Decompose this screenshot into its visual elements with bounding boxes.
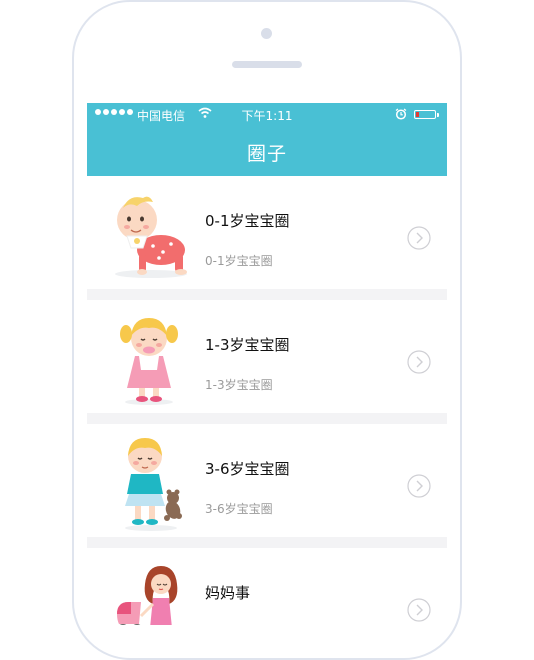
chevron-right-icon[interactable] (407, 350, 431, 374)
list-item-3-6[interactable]: 3-6岁宝宝圈 3-6岁宝宝圈 (87, 424, 447, 537)
chevron-right-icon[interactable] (407, 474, 431, 498)
camera-dot (261, 28, 272, 39)
status-time: 下午1:11 (241, 109, 293, 123)
crawling-baby-icon (115, 196, 187, 278)
item-subtitle: 1-3岁宝宝圈 (205, 378, 273, 392)
item-title: 0-1岁宝宝圈 (205, 212, 290, 230)
chevron-right-icon[interactable] (407, 598, 431, 622)
item-title: 妈妈事 (205, 584, 251, 602)
item-subtitle: 3-6岁宝宝圈 (205, 502, 273, 516)
app-screen: 中国电信 下午1:11 圈子 0-1岁宝宝圈 0-1岁宝宝圈 1-3岁宝宝圈 1… (87, 103, 447, 625)
list-item-1-3[interactable]: 1-3岁宝宝圈 1-3岁宝宝圈 (87, 300, 447, 413)
page-title: 圈子 (246, 143, 287, 165)
item-title: 1-3岁宝宝圈 (205, 336, 290, 354)
nav-bar: 圈子 (87, 127, 447, 176)
chevron-right-icon[interactable] (407, 226, 431, 250)
alarm-icon (395, 108, 407, 120)
circle-list: 0-1岁宝宝圈 0-1岁宝宝圈 1-3岁宝宝圈 1-3岁宝宝圈 3-6岁宝宝圈 … (87, 176, 447, 625)
list-item-mom[interactable]: 妈妈事 (87, 548, 447, 625)
child-with-teddy-icon (125, 438, 182, 531)
mother-with-stroller-icon (117, 566, 178, 625)
status-bar: 中国电信 下午1:11 (87, 103, 447, 127)
list-item-0-1[interactable]: 0-1岁宝宝圈 0-1岁宝宝圈 (87, 176, 447, 289)
speaker-slot (232, 61, 302, 68)
battery-icon (414, 110, 439, 119)
item-title: 3-6岁宝宝圈 (205, 460, 290, 478)
item-subtitle: 0-1岁宝宝圈 (205, 254, 273, 268)
toddler-girl-icon (120, 318, 178, 405)
